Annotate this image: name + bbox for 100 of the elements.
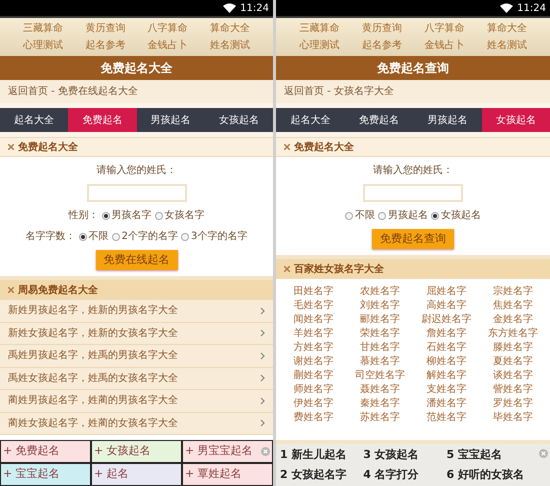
- list-row[interactable]: 新姓女孩起名字，姓新的女孩名字大全: [0, 322, 273, 345]
- surname-link[interactable]: 苏姓名字: [346, 411, 413, 425]
- radio-label[interactable]: 男孩名字: [112, 208, 152, 223]
- ad-link[interactable]: 1 新生儿起名: [280, 447, 364, 464]
- list-row[interactable]: 蔺姓男孩起名字，姓蔺的男孩名字大全: [0, 390, 273, 412]
- surname-link[interactable]: 费姓名字: [280, 411, 346, 425]
- ad-tile[interactable]: + 男宝宝起名: [183, 441, 272, 462]
- surname-link[interactable]: 毕姓名字: [480, 411, 546, 425]
- radio-label[interactable]: 不限: [88, 229, 109, 244]
- surname-link[interactable]: 聂姓名字: [346, 383, 413, 397]
- radio-button[interactable]: [181, 232, 189, 240]
- surname-link[interactable]: 郦姓名字: [346, 313, 413, 327]
- ad-tile[interactable]: + 宝宝起名: [1, 464, 90, 485]
- radio-button[interactable]: [102, 212, 110, 220]
- ad-tile[interactable]: + 起名: [92, 464, 181, 485]
- radio-button[interactable]: [431, 212, 439, 220]
- nav-link[interactable]: 三藏算命: [288, 22, 350, 36]
- radio-button[interactable]: [378, 212, 386, 220]
- surname-link[interactable]: 宗姓名字: [480, 285, 546, 299]
- surname-link[interactable]: 荣姓名字: [346, 327, 413, 341]
- radio-button[interactable]: [154, 212, 162, 220]
- ad-link[interactable]: 4 名字打分: [363, 466, 446, 483]
- surname-link[interactable]: 毛姓名字: [280, 299, 346, 313]
- ad-link[interactable]: 5 宝宝起名: [446, 447, 538, 464]
- surname-link[interactable]: 屈姓名字: [413, 285, 480, 299]
- breadcrumb[interactable]: 返回首页 - 女孩名字大全: [284, 84, 394, 99]
- surname-link[interactable]: 蒯姓名字: [280, 369, 346, 383]
- radio-label[interactable]: 不限: [355, 208, 375, 223]
- nav-link[interactable]: 黄历查询: [74, 22, 136, 36]
- nav-link[interactable]: 金钱占卜: [136, 38, 199, 52]
- surname-link[interactable]: 东方姓名字: [480, 327, 546, 341]
- nav-link[interactable]: 金钱占卜: [413, 38, 476, 52]
- surname-link[interactable]: 柳姓名字: [413, 355, 480, 369]
- surname-link[interactable]: 訾姓名字: [480, 383, 546, 397]
- radio-label[interactable]: 女孩起名: [441, 208, 481, 223]
- surname-link[interactable]: 范姓名字: [413, 411, 480, 425]
- surname-link[interactable]: 司空姓名字: [346, 369, 413, 383]
- surname-link[interactable]: 谈姓名字: [480, 369, 546, 383]
- nav-link[interactable]: 三藏算命: [12, 22, 74, 36]
- nav-link[interactable]: 算命大全: [198, 22, 261, 36]
- list-row[interactable]: 禹姓女孩起名字，姓禹的女孩名字大全: [0, 368, 273, 390]
- list-row[interactable]: 蔺姓女孩起名字，姓蔺的女孩名字大全: [0, 412, 273, 435]
- nav-link[interactable]: 心理测试: [12, 38, 74, 52]
- surname-link[interactable]: 石姓名字: [413, 341, 480, 355]
- ad-link[interactable]: 6 好听的女孩名: [446, 466, 538, 483]
- surname-link[interactable]: 解姓名字: [413, 369, 480, 383]
- tab[interactable]: 女孩起名: [482, 108, 550, 132]
- close-icon[interactable]: [261, 447, 270, 456]
- surname-link[interactable]: 方姓名字: [280, 341, 346, 355]
- surname-link[interactable]: 滕姓名字: [480, 341, 546, 355]
- surname-link[interactable]: 高姓名字: [413, 299, 480, 313]
- surname-link[interactable]: 师姓名字: [280, 383, 346, 397]
- nav-link[interactable]: 算命大全: [476, 22, 538, 36]
- surname-link[interactable]: 潘姓名字: [413, 397, 480, 411]
- surname-field[interactable]: [86, 184, 186, 202]
- surname-link[interactable]: 金姓名字: [480, 313, 546, 327]
- nav-link[interactable]: 八字算命: [413, 22, 476, 36]
- surname-link[interactable]: 甘姓名字: [346, 341, 413, 355]
- radio-label[interactable]: 女孩名字: [164, 208, 204, 223]
- surname-link[interactable]: 农姓名字: [346, 285, 413, 299]
- surname-link[interactable]: 詹姓名字: [413, 327, 480, 341]
- nav-link[interactable]: 姓名测试: [476, 38, 538, 52]
- surname-link[interactable]: 慕姓名字: [346, 355, 413, 369]
- tab[interactable]: 免费起名: [68, 108, 136, 132]
- surname-link[interactable]: 刘姓名字: [346, 299, 413, 313]
- surname-link[interactable]: 伊姓名字: [280, 397, 346, 411]
- radio-label[interactable]: 2个字的名字: [122, 229, 178, 244]
- surname-link[interactable]: 尉迟姓名字: [413, 313, 480, 327]
- close-icon[interactable]: [539, 449, 548, 458]
- nav-link[interactable]: 姓名测试: [198, 38, 261, 52]
- submit-button[interactable]: 免费起名查询: [372, 229, 454, 249]
- nav-link[interactable]: 起名参考: [350, 38, 413, 52]
- surname-link[interactable]: 夏姓名字: [480, 355, 546, 369]
- radio-button[interactable]: [78, 232, 87, 240]
- nav-link[interactable]: 八字算命: [136, 22, 199, 36]
- radio-button[interactable]: [112, 232, 120, 240]
- nav-link[interactable]: 起名参考: [74, 38, 136, 52]
- surname-link[interactable]: 焦姓名字: [480, 299, 546, 313]
- radio-label[interactable]: 男孩起名: [388, 208, 428, 223]
- ad-tile[interactable]: + 免费起名: [1, 441, 90, 462]
- surname-link[interactable]: 羊姓名字: [280, 327, 346, 341]
- radio-button[interactable]: [345, 212, 353, 220]
- ad-link[interactable]: 2 女孩起名字: [280, 466, 364, 483]
- surname-link[interactable]: 田姓名字: [280, 285, 346, 299]
- ad-tile[interactable]: + 覃姓起名: [183, 464, 272, 485]
- list-row[interactable]: 禹姓男孩起名字，姓禹的男孩名字大全: [0, 345, 273, 368]
- ad-link[interactable]: 3 女孩起名: [363, 447, 446, 464]
- surname-link[interactable]: 支姓名字: [413, 383, 480, 397]
- surname-link[interactable]: 罗姓名字: [480, 397, 546, 411]
- list-row[interactable]: 新姓男孩起名字，姓新的男孩名字大全: [0, 300, 273, 322]
- radio-label[interactable]: 3个字的名字: [191, 229, 248, 244]
- surname-link[interactable]: 闻姓名字: [280, 313, 346, 327]
- ad-tile[interactable]: + 女孩起名: [92, 441, 181, 462]
- nav-link[interactable]: 黄历查询: [350, 22, 413, 36]
- submit-button[interactable]: 免费在线起名: [96, 250, 178, 270]
- surname-link[interactable]: 秦姓名字: [346, 397, 413, 411]
- breadcrumb[interactable]: 返回首页 - 免费在线起名大全: [8, 84, 138, 99]
- surname-field[interactable]: [363, 184, 463, 202]
- surname-link[interactable]: 谢姓名字: [280, 355, 346, 369]
- nav-link[interactable]: 心理测试: [288, 38, 350, 52]
